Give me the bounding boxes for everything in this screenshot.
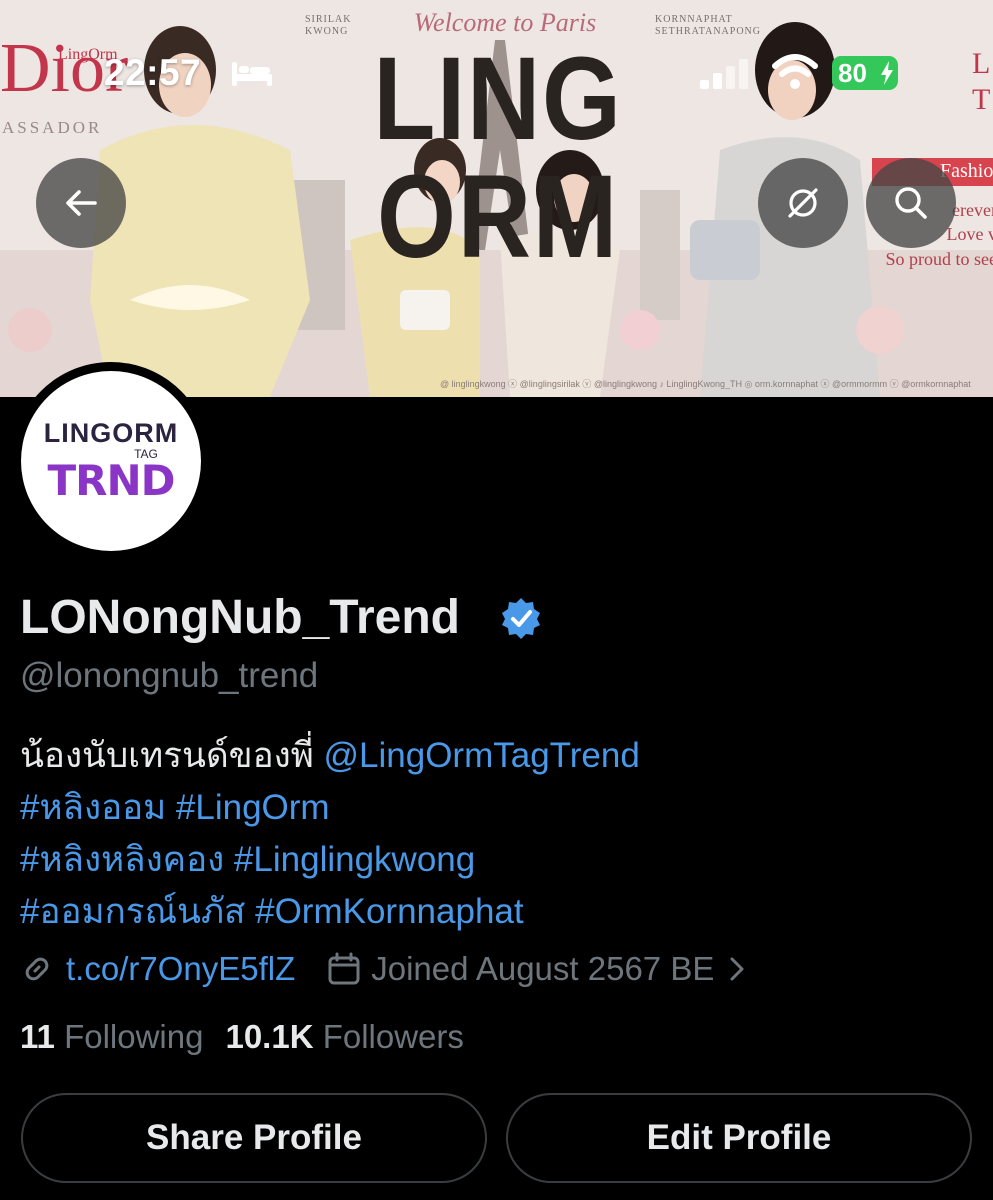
- avatar[interactable]: LINGORM TAG TRND: [21, 371, 201, 551]
- share-profile-button[interactable]: Share Profile: [21, 1093, 487, 1183]
- charging-bolt-icon: [881, 61, 893, 85]
- arrow-left-icon: [66, 190, 97, 216]
- chevron-right-icon[interactable]: [726, 956, 748, 982]
- grok-circle-button[interactable]: [758, 158, 848, 248]
- wifi-icon: [772, 54, 818, 89]
- profile-handle: @lonongnub_trend: [20, 656, 319, 695]
- back-button[interactable]: [36, 158, 126, 248]
- followers-label: Followers: [322, 1018, 464, 1055]
- bio-line-1: น้องนับเทรนด์ของพี่ @LingOrmTagTrend: [20, 730, 970, 782]
- follow-stats: 11 Following 10.1K Followers: [20, 1018, 464, 1056]
- avatar-logo-line1: LINGORM: [43, 418, 179, 448]
- bio-hashtags-3[interactable]: #ออมกรณ์นภัส #OrmKornnaphat: [20, 886, 970, 938]
- bio-hashtags-2[interactable]: #หลิงหลิงคอง #Linglingkwong: [20, 834, 970, 886]
- display-name: LONongNub_Trend: [20, 591, 460, 644]
- link-icon: [25, 957, 49, 981]
- followers-link[interactable]: 10.1K Followers: [225, 1018, 463, 1055]
- bio-text: น้องนับเทรนด์ของพี่: [20, 736, 324, 775]
- search-button[interactable]: [866, 158, 956, 248]
- profile-bio: น้องนับเทรนด์ของพี่ @LingOrmTagTrend #หล…: [20, 730, 970, 938]
- search-icon: [895, 187, 927, 219]
- profile-url-link[interactable]: t.co/r7OnyE5flZ: [66, 950, 295, 988]
- banner-ambassador-text: ASSADOR: [2, 118, 103, 137]
- edit-profile-button[interactable]: Edit Profile: [506, 1093, 972, 1183]
- followers-count: 10.1K: [225, 1018, 314, 1055]
- joined-date[interactable]: Joined August 2567 BE: [371, 950, 714, 988]
- following-count: 11: [20, 1018, 55, 1055]
- battery-level: 80: [838, 58, 867, 88]
- banner-socials: @ linglingkwong ⓧ @linglingsirilak ⓥ @li…: [440, 379, 971, 389]
- calendar-icon: [328, 952, 360, 985]
- battery-indicator: 80: [832, 56, 898, 90]
- bio-hashtags-1[interactable]: #หลิงออม #LingOrm: [20, 782, 970, 834]
- circle-slash-icon: [788, 188, 818, 218]
- following-link[interactable]: 11 Following: [20, 1018, 203, 1055]
- cellular-signal-icon: [700, 59, 748, 89]
- profile-meta: t.co/r7OnyE5flZ Joined August 2567 BE: [20, 948, 748, 990]
- following-label: Following: [64, 1018, 204, 1055]
- sleep-focus-icon: [232, 62, 272, 86]
- verified-badge-icon[interactable]: [499, 596, 543, 640]
- bio-mention-link[interactable]: @LingOrmTagTrend: [324, 736, 640, 775]
- status-bar: 22:57 80: [0, 0, 993, 110]
- avatar-logo-line3: TRND: [47, 456, 175, 505]
- status-time: 22:57: [104, 52, 202, 93]
